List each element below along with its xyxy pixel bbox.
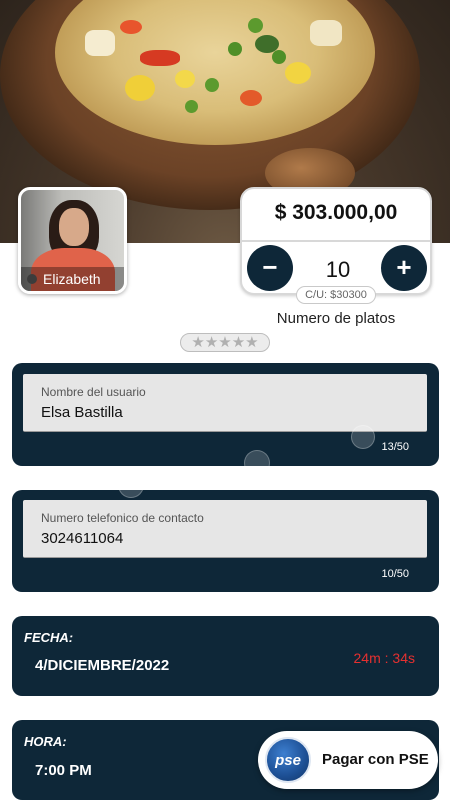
unit-price-badge: C/U: $30300 (296, 286, 376, 304)
quantity-value: 10 (325, 257, 351, 282)
user-name-field[interactable]: Nombre del usuario Elsa Bastilla (23, 374, 427, 432)
phone-field[interactable]: Numero telefonico de contacto 3024611064 (23, 500, 427, 558)
star-icon[interactable]: ★ (245, 334, 258, 351)
date-label: FECHA: (24, 630, 74, 645)
touch-ripple (118, 472, 144, 498)
veg-pea (248, 18, 263, 33)
veg-pea (205, 78, 219, 92)
veg-potato (310, 20, 342, 46)
online-dot-icon (27, 274, 37, 284)
veg-pea (228, 42, 242, 56)
order-screen: Elizabeth $ 303.000,00 − 10 + C/U: $3030… (0, 0, 450, 800)
veg-pepper (140, 50, 180, 66)
user-name-label: Nombre del usuario (41, 385, 146, 399)
rating-stars[interactable]: ★ ★ ★ ★ ★ (180, 333, 270, 352)
time-value: 7:00 PM (35, 762, 92, 779)
veg-pea (272, 50, 286, 64)
date-card[interactable]: FECHA: 4/DICIEMBRE/2022 24m : 34s (12, 616, 439, 696)
star-icon[interactable]: ★ (232, 334, 245, 351)
star-icon[interactable]: ★ (205, 334, 218, 351)
touch-ripple (351, 425, 375, 449)
star-icon[interactable]: ★ (218, 334, 231, 351)
pse-logo-icon: pse (265, 737, 311, 783)
veg-corn (125, 75, 155, 101)
user-name-card: Nombre del usuario Elsa Bastilla 13/50 (12, 363, 439, 466)
veg-corn (175, 70, 195, 88)
veg-carrot (120, 20, 142, 34)
quantity-label: Numero de platos (276, 310, 396, 327)
decrease-quantity-button[interactable]: − (247, 245, 293, 291)
price-divider (242, 240, 430, 242)
phone-input[interactable]: 3024611064 (41, 530, 123, 547)
veg-herb (255, 35, 279, 53)
increase-quantity-button[interactable]: + (381, 245, 427, 291)
user-name-input[interactable]: Elsa Bastilla (41, 404, 123, 421)
total-price: $ 303.000,00 (274, 201, 398, 224)
phone-counter: 10/50 (381, 568, 409, 580)
pay-with-pse-button[interactable]: pse Pagar con PSE (258, 731, 438, 789)
user-name-counter: 13/50 (381, 441, 409, 453)
date-value: 4/DICIEMBRE/2022 (35, 657, 170, 674)
phone-label: Numero telefonico de contacto (41, 511, 204, 525)
veg-carrot (240, 90, 262, 106)
veg-potato (85, 30, 115, 56)
star-icon[interactable]: ★ (191, 334, 204, 351)
pay-with-pse-label: Pagar con PSE (322, 751, 429, 768)
pse-logo-text: pse (275, 752, 301, 769)
touch-ripple (244, 450, 270, 476)
avatar-face (59, 208, 89, 246)
countdown-timer: 24m : 34s (353, 650, 415, 666)
phone-card: Numero telefonico de contacto 3024611064… (12, 490, 439, 592)
time-label: HORA: (24, 734, 67, 749)
price-card: $ 303.000,00 − 10 + (240, 187, 432, 295)
veg-pea (185, 100, 198, 113)
veg-corn (285, 62, 311, 84)
chef-avatar[interactable]: Elizabeth (18, 187, 127, 294)
